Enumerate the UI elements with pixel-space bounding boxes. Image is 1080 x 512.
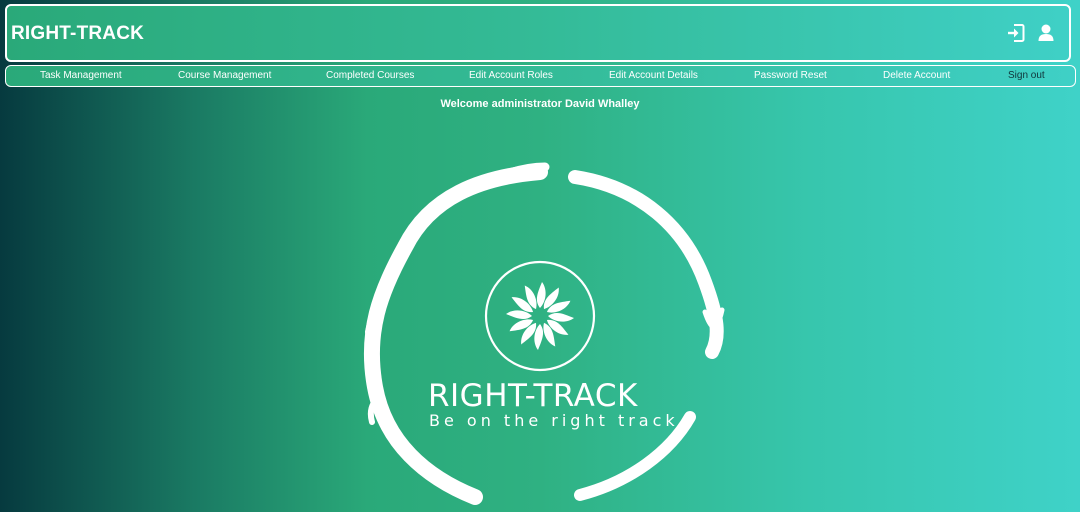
welcome-message: Welcome administrator David Whalley xyxy=(440,98,640,110)
brand-title: RIGHT-TRACK xyxy=(11,23,145,44)
nav-item-password-reset[interactable]: Password Reset xyxy=(754,70,827,81)
nav-item-sign-out[interactable]: Sign out xyxy=(1008,70,1045,81)
nav-item-completed-courses[interactable]: Completed Courses xyxy=(326,70,414,81)
nav-item-edit-account-details[interactable]: Edit Account Details xyxy=(609,70,698,81)
nav-item-edit-account-roles[interactable]: Edit Account Roles xyxy=(469,70,553,81)
right-track-logo xyxy=(363,162,725,505)
user-icon[interactable] xyxy=(1037,23,1055,43)
logo-title: RIGHT-TRACK xyxy=(428,378,638,414)
spiral-mark-icon xyxy=(506,282,574,350)
main-nav: Task Management Course Management Comple… xyxy=(5,65,1076,87)
nav-item-delete-account[interactable]: Delete Account xyxy=(883,70,950,81)
nav-item-task-management[interactable]: Task Management xyxy=(40,70,122,81)
header-icons xyxy=(1007,23,1055,43)
sign-in-icon[interactable] xyxy=(1007,23,1025,43)
app-header: RIGHT-TRACK xyxy=(5,4,1071,62)
inner-circle-graphic xyxy=(484,260,596,372)
logo-tagline: Be on the right track xyxy=(429,411,679,430)
nav-item-course-management[interactable]: Course Management xyxy=(178,70,271,81)
